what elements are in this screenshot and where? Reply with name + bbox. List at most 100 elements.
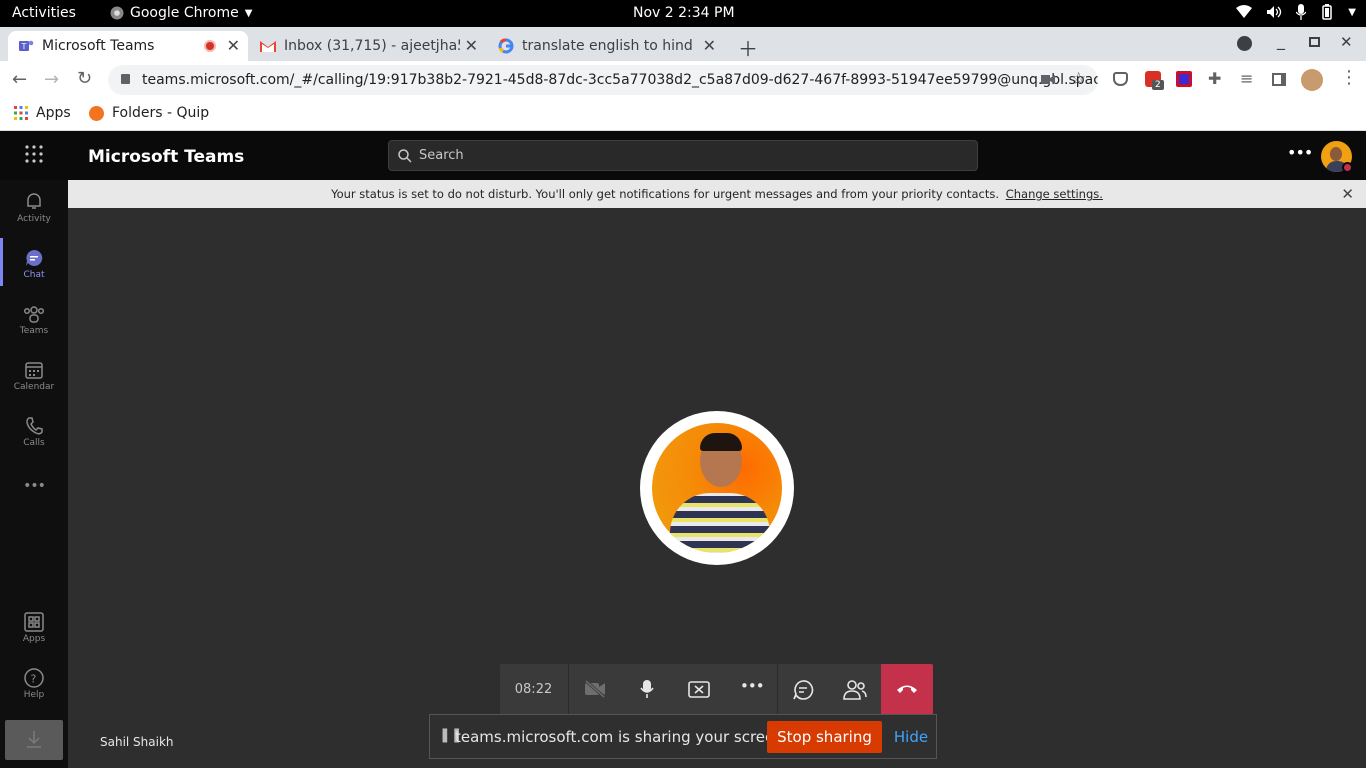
- hide-button[interactable]: Hide: [888, 721, 934, 753]
- bookmark-apps[interactable]: Apps: [14, 105, 71, 121]
- address-bar[interactable]: teams.microsoft.com/_#/calling/19:917b38…: [108, 65, 1098, 95]
- call-controls: 08:22 •••: [500, 664, 933, 715]
- tab-gmail-inbox[interactable]: Inbox (31,715) - ajeetjha5( ✕: [250, 31, 486, 61]
- microphone-icon: [1296, 4, 1307, 20]
- share-message: teams.microsoft.com is sharing your scre…: [455, 728, 789, 746]
- profile-avatar[interactable]: [1301, 69, 1323, 91]
- extension-icon[interactable]: [1176, 71, 1192, 87]
- reload-button[interactable]: ↻: [77, 68, 92, 89]
- teams-header: Microsoft Teams Search •••: [0, 131, 1366, 180]
- gmail-icon: [260, 41, 276, 52]
- rail-item-help[interactable]: ? Help: [0, 668, 68, 700]
- system-tray[interactable]: ▼: [1236, 4, 1356, 20]
- calendar-icon: [25, 362, 43, 379]
- call-timer: 08:22: [514, 682, 553, 697]
- participant-photo: [652, 423, 782, 553]
- new-tab-button[interactable]: ＋: [738, 33, 758, 62]
- dnd-status-icon: [1342, 162, 1353, 173]
- rail-label: Help: [23, 690, 45, 700]
- rail-item-calls[interactable]: Calls: [0, 416, 68, 448]
- divider: [777, 664, 778, 715]
- phone-icon: [26, 417, 43, 435]
- bookmark-star-icon[interactable]: ☆: [1071, 69, 1086, 89]
- pocket-icon[interactable]: [1113, 72, 1128, 86]
- apps-grid-icon: [14, 106, 28, 120]
- app-name: Google Chrome: [130, 5, 239, 21]
- close-tab-icon[interactable]: ✕: [703, 36, 716, 55]
- tab-title: translate english to hindi: [522, 38, 694, 54]
- app-launcher-icon[interactable]: [25, 145, 43, 163]
- status-banner: Your status is set to do not disturb. Yo…: [68, 180, 1366, 208]
- activities-button[interactable]: Activities: [12, 5, 76, 21]
- search-icon: [398, 149, 412, 163]
- lock-icon: [121, 74, 130, 84]
- rail-label: Chat: [23, 270, 45, 280]
- camera-off-icon[interactable]: [584, 680, 606, 698]
- forward-button[interactable]: →: [44, 69, 59, 90]
- microphone-icon[interactable]: [639, 679, 655, 699]
- rail-item-chat[interactable]: Chat: [0, 248, 68, 280]
- rail-item-teams[interactable]: Teams: [0, 304, 68, 336]
- participants-icon[interactable]: [843, 679, 867, 701]
- browser-toolbar: ← → ↻ teams.microsoft.com/_#/calling/19:…: [0, 61, 1366, 99]
- chrome-menu-icon[interactable]: ⋮: [1340, 67, 1358, 88]
- stop-sharing-button[interactable]: Stop sharing: [767, 721, 882, 753]
- participant-name: Sahil Shaikh: [100, 735, 174, 749]
- hang-up-button[interactable]: [881, 664, 933, 715]
- more-options-icon[interactable]: •••: [1287, 143, 1313, 162]
- chat-bubble-icon[interactable]: [792, 679, 814, 701]
- download-button[interactable]: [5, 720, 63, 760]
- recording-icon: [204, 40, 216, 52]
- side-panel-icon[interactable]: [1272, 73, 1286, 86]
- rail-label: Activity: [17, 214, 51, 224]
- search-input[interactable]: Search: [388, 140, 978, 171]
- svg-text:?: ?: [31, 673, 37, 686]
- restore-button[interactable]: [1309, 37, 1320, 47]
- google-icon: [498, 38, 514, 54]
- app-menu[interactable]: Google Chrome ▼: [110, 5, 252, 21]
- caret-down-icon: ▼: [244, 7, 253, 19]
- banner-text: Your status is set to do not disturb. Yo…: [331, 187, 1000, 201]
- search-placeholder: Search: [419, 148, 464, 163]
- stop-share-screen-icon[interactable]: [688, 681, 710, 698]
- tab-strip: T Microsoft Teams ✕ Inbox (31,715) - aje…: [0, 27, 1366, 61]
- close-window-button[interactable]: ✕: [1340, 33, 1353, 51]
- tab-search-icon[interactable]: [1237, 36, 1252, 51]
- rail-item-apps[interactable]: Apps: [0, 612, 68, 644]
- rail-more-apps-icon[interactable]: •••: [0, 478, 68, 494]
- chrome-icon: [110, 6, 124, 20]
- close-tab-icon[interactable]: ✕: [465, 36, 478, 55]
- close-tab-icon[interactable]: ✕: [227, 36, 240, 55]
- battery-icon: [1322, 4, 1333, 20]
- rail-label: Teams: [19, 326, 49, 336]
- more-actions-icon[interactable]: •••: [740, 677, 765, 695]
- tab-google-translate-search[interactable]: translate english to hindi ✕: [488, 31, 724, 61]
- rail-label: Calls: [23, 438, 45, 448]
- screen-share-notification: ❚❚ teams.microsoft.com is sharing your s…: [429, 714, 937, 759]
- tab-microsoft-teams[interactable]: T Microsoft Teams ✕: [8, 31, 248, 61]
- help-icon: ?: [24, 668, 44, 688]
- clock[interactable]: Nov 2 2:34 PM: [633, 5, 735, 21]
- app-rail: Activity Chat Teams Calendar Calls ••• A…: [0, 180, 68, 768]
- tab-title: Inbox (31,715) - ajeetjha5(: [284, 38, 460, 54]
- extension-badge-count: 2: [1152, 80, 1164, 90]
- media-controls-icon[interactable]: ≡: [1240, 69, 1253, 88]
- camera-blocked-icon[interactable]: [1041, 74, 1055, 85]
- rail-label: Apps: [22, 634, 46, 644]
- rail-item-activity[interactable]: Activity: [0, 192, 68, 224]
- change-settings-link[interactable]: Change settings.: [1006, 187, 1103, 201]
- apps-icon: [24, 612, 44, 632]
- bookmark-folders-quip[interactable]: Folders - Quip: [89, 105, 209, 121]
- bookmarks-bar: Apps Folders - Quip: [0, 99, 1366, 131]
- tab-title: Microsoft Teams: [42, 38, 155, 54]
- volume-icon: [1267, 6, 1282, 18]
- close-banner-icon[interactable]: ✕: [1341, 180, 1354, 208]
- bookmark-label: Apps: [36, 105, 71, 121]
- back-button[interactable]: ←: [12, 69, 27, 90]
- puzzle-extensions-icon[interactable]: ✚: [1208, 69, 1221, 88]
- chat-icon: [26, 249, 43, 266]
- participant-avatar: [640, 411, 794, 565]
- minimize-button[interactable]: _: [1277, 31, 1285, 50]
- teams-icon: T: [19, 40, 34, 51]
- rail-item-calendar[interactable]: Calendar: [0, 360, 68, 392]
